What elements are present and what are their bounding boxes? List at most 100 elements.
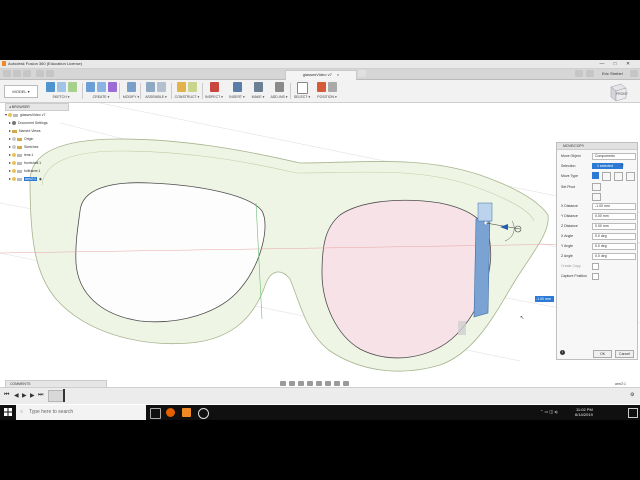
job-status-icon[interactable] bbox=[575, 70, 583, 77]
timeline-feature[interactable] bbox=[48, 390, 64, 402]
comments-label: COMMENTS bbox=[10, 382, 31, 386]
tree-item-frontshell[interactable]: ▸ frontshell:1 bbox=[5, 159, 69, 167]
x-distance-input[interactable]: -1.00 mm bbox=[592, 203, 636, 210]
go-to-end-icon[interactable]: ⏭ bbox=[38, 392, 43, 399]
construct-group[interactable]: CONSTRUCT ▾ bbox=[174, 82, 200, 100]
step-forward-icon[interactable]: ▶ bbox=[30, 392, 35, 399]
visibility-bulb-icon[interactable] bbox=[12, 137, 16, 142]
activate-radio-icon[interactable]: ◉ bbox=[39, 177, 42, 181]
step-back-icon[interactable]: ◀ bbox=[14, 392, 19, 399]
timeline-marker[interactable] bbox=[63, 389, 65, 402]
tree-item-arm2[interactable]: ▸ arm2:1 ◉ bbox=[5, 175, 69, 183]
pivot-done-icon[interactable] bbox=[592, 193, 601, 201]
ok-button[interactable]: OK bbox=[593, 350, 612, 358]
y-angle-input[interactable]: 0.0 deg bbox=[592, 243, 636, 250]
manipulator-distance-field[interactable]: -1.00 mm bbox=[535, 296, 554, 302]
timeline-settings-icon[interactable]: ⚙ bbox=[630, 392, 634, 398]
sketch-group[interactable]: SKETCH ▾ bbox=[42, 82, 80, 100]
close-button[interactable]: ✕ bbox=[622, 61, 634, 67]
tree-item-lens[interactable]: ▸ lens:1 bbox=[5, 151, 69, 159]
tab-glassesvideo[interactable]: glassesVideo v7 × bbox=[285, 70, 357, 80]
visibility-bulb-icon[interactable] bbox=[12, 145, 16, 150]
insert-group[interactable]: INSERT ▾ bbox=[228, 82, 246, 100]
save-icon[interactable] bbox=[23, 70, 31, 77]
sketch-label: SKETCH ▾ bbox=[52, 95, 70, 99]
tray-icons[interactable]: ⌃ ▭ ◫ ◂) bbox=[540, 409, 558, 414]
tree-item-fullframe[interactable]: ▸ fullframe:1 bbox=[5, 167, 69, 175]
rotate-icon[interactable] bbox=[614, 172, 623, 181]
visibility-bulb-icon[interactable] bbox=[12, 169, 16, 174]
tree-item-named-views[interactable]: ▸ Named Views bbox=[5, 127, 69, 135]
pan-icon[interactable] bbox=[298, 381, 304, 386]
create-copy-checkbox[interactable] bbox=[592, 263, 599, 270]
addins-label: ADD-INS ▾ bbox=[270, 95, 288, 99]
capture-position-checkbox[interactable] bbox=[592, 273, 599, 280]
new-tab-icon[interactable] bbox=[358, 70, 366, 77]
3d-print-icon bbox=[253, 82, 263, 92]
notification-center-icon[interactable] bbox=[628, 408, 638, 418]
visibility-bulb-icon[interactable] bbox=[8, 113, 12, 118]
tab-close-icon[interactable]: × bbox=[337, 72, 339, 77]
maximize-button[interactable]: □ bbox=[609, 61, 621, 67]
tree-item-label: fullframe:1 bbox=[24, 169, 41, 173]
redo-icon[interactable] bbox=[46, 70, 54, 77]
tree-item-origin[interactable]: ▸ Origin bbox=[5, 135, 69, 143]
go-to-start-icon[interactable]: ⏮ bbox=[4, 392, 9, 399]
pivot-icon[interactable] bbox=[592, 183, 601, 191]
position-group[interactable]: POSITION ▾ bbox=[315, 82, 339, 100]
x-angle-input[interactable]: 0.0 deg bbox=[592, 233, 636, 240]
translate-icon[interactable] bbox=[602, 172, 611, 181]
zoom-icon[interactable] bbox=[307, 381, 313, 386]
fusion-taskbar-icon[interactable] bbox=[182, 408, 191, 417]
canvas-viewport[interactable]: -1.00 mm ↖ bbox=[0, 103, 640, 385]
clock-app-icon[interactable] bbox=[198, 408, 209, 419]
minimize-button[interactable]: — bbox=[596, 61, 608, 67]
browser-header[interactable]: ◂ BROWSER bbox=[5, 103, 69, 111]
look-at-icon[interactable] bbox=[289, 381, 295, 386]
move-object-select[interactable]: Components bbox=[592, 153, 636, 160]
tree-item-document-settings[interactable]: ▸ Document Settings bbox=[5, 119, 69, 127]
select-group[interactable]: SELECT ▾ bbox=[293, 82, 311, 100]
tree-item-sketches[interactable]: ▸ Sketches bbox=[5, 143, 69, 151]
help-icon[interactable] bbox=[630, 70, 638, 77]
modify-group[interactable]: MODIFY ▾ bbox=[122, 82, 140, 100]
x-distance-value: -1.00 mm bbox=[595, 204, 610, 208]
inspect-group[interactable]: INSPECT ▾ bbox=[205, 82, 223, 100]
user-name[interactable]: Eric Strebel bbox=[602, 71, 623, 76]
selection-button[interactable]: 1 selected bbox=[592, 163, 623, 169]
tree-item-root[interactable]: ▾ glassesVideo v7 bbox=[5, 111, 69, 119]
assemble-group[interactable]: ASSEMBLE ▾ bbox=[143, 82, 169, 100]
info-icon[interactable]: i bbox=[560, 350, 565, 355]
visibility-bulb-icon[interactable] bbox=[12, 153, 16, 158]
fit-icon[interactable] bbox=[316, 381, 322, 386]
make-group[interactable]: MAKE ▾ bbox=[249, 82, 267, 100]
free-move-icon[interactable] bbox=[592, 172, 599, 179]
viewports-icon[interactable] bbox=[343, 381, 349, 386]
viewcube[interactable]: FRONT bbox=[607, 81, 629, 103]
undo-icon[interactable] bbox=[36, 70, 44, 77]
visibility-bulb-icon[interactable] bbox=[12, 177, 16, 182]
play-icon[interactable]: ▶ bbox=[22, 392, 27, 399]
windows-start-icon[interactable] bbox=[4, 408, 12, 416]
create-group[interactable]: CREATE ▾ bbox=[85, 82, 117, 100]
task-view-icon[interactable] bbox=[150, 408, 161, 419]
display-settings-icon[interactable] bbox=[325, 381, 331, 386]
file-icon[interactable] bbox=[13, 70, 21, 77]
notifications-icon[interactable] bbox=[586, 70, 594, 77]
firefox-icon[interactable] bbox=[166, 408, 175, 417]
clear-selection-icon[interactable]: × bbox=[621, 163, 624, 169]
grid-settings-icon[interactable] bbox=[334, 381, 340, 386]
z-distance-input[interactable]: 0.00 mm bbox=[592, 223, 636, 230]
addins-group[interactable]: ADD-INS ▾ bbox=[270, 82, 288, 100]
tree-item-label: Named Views bbox=[19, 129, 41, 133]
workspace-switcher[interactable]: MODEL ▾ bbox=[4, 85, 38, 98]
y-distance-input[interactable]: 0.00 mm bbox=[592, 213, 636, 220]
z-angle-input[interactable]: 0.0 deg bbox=[592, 253, 636, 260]
taskbar-search-box[interactable]: ○ Type here to search bbox=[16, 405, 146, 420]
cancel-button[interactable]: Cancel bbox=[615, 350, 634, 358]
point-to-point-icon[interactable] bbox=[626, 172, 635, 181]
visibility-bulb-icon[interactable] bbox=[12, 161, 16, 166]
grid-menu-icon[interactable] bbox=[3, 70, 11, 77]
orbit-icon[interactable] bbox=[280, 381, 286, 386]
system-clock[interactable]: 11:02 PM 6/14/2019 bbox=[575, 407, 593, 417]
